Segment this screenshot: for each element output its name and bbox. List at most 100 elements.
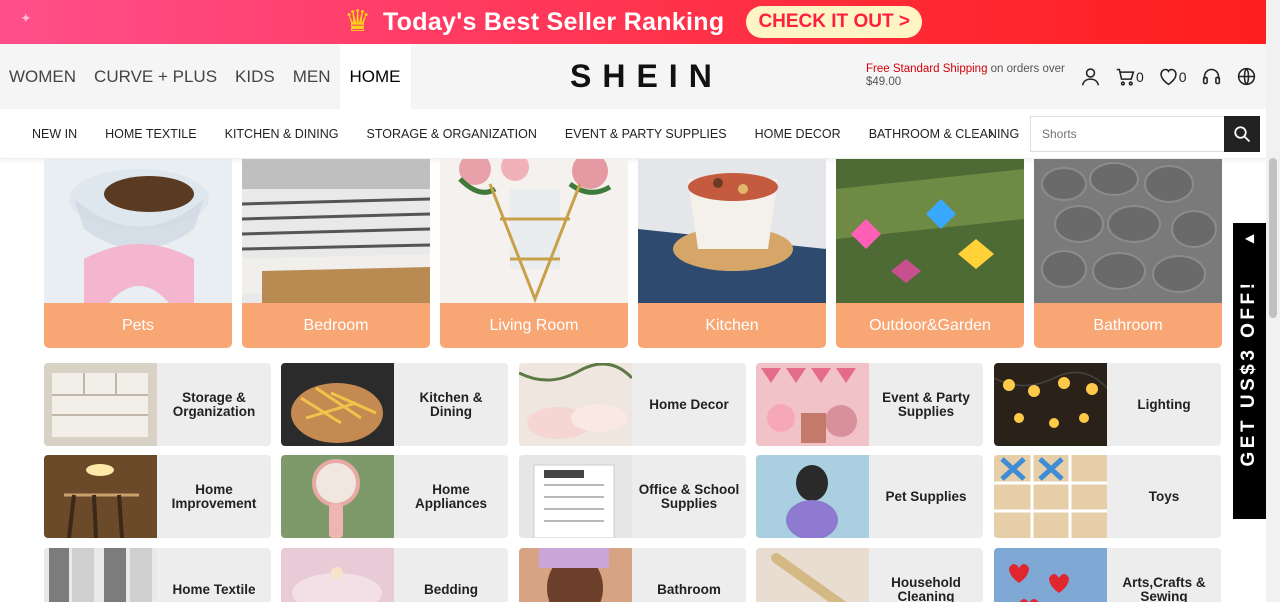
living-room-photo — [440, 159, 628, 303]
wishlist-button[interactable]: 0 — [1158, 66, 1187, 87]
nav-home[interactable]: HOME — [339, 44, 411, 109]
storage-image — [44, 363, 157, 446]
tile-label: Outdoor&Garden — [836, 303, 1024, 348]
card-home-appliances[interactable]: Home Appliances — [281, 455, 508, 538]
outdoor-garden-photo — [836, 159, 1024, 303]
bathroom-card-image — [519, 548, 632, 602]
subnav-arrows: ‹ › — [972, 125, 993, 141]
bedroom-photo — [242, 159, 430, 303]
card-household-cleaning[interactable]: Household Cleaning — [756, 548, 983, 602]
main-header: WOMEN CURVE + PLUS KIDS MEN HOME SHEIN F… — [0, 44, 1266, 109]
search-input[interactable] — [1031, 117, 1224, 151]
kitchen-dining-image — [281, 363, 394, 446]
subnav-new-in[interactable]: NEW IN — [18, 127, 91, 141]
nav-men[interactable]: MEN — [284, 44, 340, 109]
card-label: Home Decor — [649, 396, 729, 412]
card-bedding[interactable]: Bedding — [281, 548, 508, 602]
shein-logo[interactable]: SHEIN — [570, 58, 723, 95]
tile-bathroom[interactable]: Bathroom — [1034, 159, 1222, 348]
office-school-image — [519, 455, 632, 538]
promo-title: Today's Best Seller Ranking — [382, 7, 725, 36]
card-label: Office & School Supplies — [638, 481, 740, 511]
coupon-text: GET US$3 OFF! — [1238, 279, 1259, 467]
subnav-home-textile[interactable]: HOME TEXTILE — [91, 127, 210, 141]
card-storage-organization[interactable]: Storage & Organization — [44, 363, 271, 446]
card-event-party-supplies[interactable]: Event & Party Supplies — [756, 363, 983, 446]
card-label: Home Improvement — [171, 481, 257, 511]
cart-button[interactable]: 0 — [1115, 66, 1144, 87]
cart-count: 0 — [1136, 68, 1144, 85]
tile-pets[interactable]: Pets — [44, 159, 232, 348]
tile-kitchen[interactable]: Kitchen — [638, 159, 826, 348]
card-label: Storage & Organization — [172, 389, 256, 419]
search-button[interactable] — [1224, 116, 1260, 152]
arts-crafts-image — [994, 548, 1107, 602]
collapse-arrow-icon[interactable]: ◀ — [1233, 231, 1266, 245]
subnav-storage-organization[interactable]: STORAGE & ORGANIZATION — [353, 127, 551, 141]
card-home-improvement[interactable]: Home Improvement — [44, 455, 271, 538]
nav-women[interactable]: WOMEN — [0, 44, 85, 109]
tile-label: Bedroom — [242, 303, 430, 348]
party-image — [756, 363, 869, 446]
chevron-right-icon[interactable]: › — [989, 125, 994, 141]
page-scrollbar[interactable] — [1266, 0, 1280, 602]
nav-curve-plus[interactable]: CURVE + PLUS — [85, 44, 226, 109]
card-office-school-supplies[interactable]: Office & School Supplies — [519, 455, 746, 538]
account-button[interactable] — [1080, 66, 1101, 87]
tile-bedroom[interactable]: Bedroom — [242, 159, 430, 348]
main-category-nav: WOMEN CURVE + PLUS KIDS MEN HOME — [0, 44, 411, 109]
subnav-kitchen-dining[interactable]: KITCHEN & DINING — [211, 127, 353, 141]
card-pet-supplies[interactable]: Pet Supplies — [756, 455, 983, 538]
nav-kids[interactable]: KIDS — [226, 44, 284, 109]
search-box — [1030, 116, 1260, 152]
sparkle-decoration: ✦ — [20, 10, 32, 26]
coupon-side-tab[interactable]: ◀ GET US$3 OFF! — [1233, 223, 1266, 519]
bathroom-photo — [1034, 159, 1222, 303]
card-lighting[interactable]: Lighting — [994, 363, 1221, 446]
subnav-event-party-supplies[interactable]: EVENT & PARTY SUPPLIES — [551, 127, 741, 141]
bedding-image — [281, 548, 394, 602]
heart-icon — [1160, 68, 1177, 86]
home-improvement-image — [44, 455, 157, 538]
card-home-textile[interactable]: Home Textile — [44, 548, 271, 602]
card-home-decor[interactable]: Home Decor — [519, 363, 746, 446]
household-cleaning-image — [756, 548, 869, 602]
kitchen-photo — [638, 159, 826, 303]
card-label: Lighting — [1137, 396, 1191, 412]
support-button[interactable] — [1201, 66, 1222, 87]
sub-nav: NEW IN HOME TEXTILE KITCHEN & DINING STO… — [0, 109, 1266, 159]
tile-label: Kitchen — [638, 303, 826, 348]
check-it-out-button[interactable]: CHECK IT OUT > — [746, 6, 922, 38]
globe-icon — [1237, 67, 1255, 86]
card-label: Kitchen & Dining — [419, 389, 483, 419]
card-label: Toys — [1148, 488, 1180, 504]
search-icon — [1234, 126, 1251, 143]
card-label: Bathroom — [657, 581, 721, 597]
card-arts-crafts-sewing[interactable]: Arts,Crafts & Sewing — [994, 548, 1221, 602]
lighting-image — [994, 363, 1107, 446]
card-kitchen-dining[interactable]: Kitchen & Dining — [281, 363, 508, 446]
tile-living-room[interactable]: Living Room — [440, 159, 628, 348]
card-label: Bedding — [424, 581, 478, 597]
promo-banner[interactable]: ✦ ♛ Today's Best Seller Ranking CHECK IT… — [0, 0, 1266, 44]
subnav-home-decor[interactable]: HOME DECOR — [741, 127, 855, 141]
card-toys[interactable]: Toys — [994, 455, 1221, 538]
chevron-left-icon[interactable]: ‹ — [972, 125, 977, 141]
card-bathroom[interactable]: Bathroom — [519, 548, 746, 602]
card-label: Arts,Crafts & Sewing — [1122, 574, 1206, 602]
shipping-notice[interactable]: Free Standard Shipping on orders over $4… — [866, 63, 1071, 89]
card-label: Household Cleaning — [891, 574, 961, 602]
wishlist-count: 0 — [1178, 68, 1187, 85]
scrollbar-thumb[interactable] — [1269, 158, 1277, 318]
pet-supplies-image — [756, 455, 869, 538]
home-appliances-image — [281, 455, 394, 538]
sub-nav-items: NEW IN HOME TEXTILE KITCHEN & DINING STO… — [18, 109, 1033, 159]
toys-image — [994, 455, 1107, 538]
headset-icon — [1202, 68, 1220, 85]
card-label: Home Textile — [172, 581, 256, 597]
tile-label: Living Room — [440, 303, 628, 348]
card-label: Event & Party Supplies — [882, 389, 970, 419]
tile-outdoor-garden[interactable]: Outdoor&Garden — [836, 159, 1024, 348]
language-button[interactable] — [1236, 66, 1257, 87]
subnav-bathroom-cleaning[interactable]: BATHROOM & CLEANING — [855, 127, 1033, 141]
